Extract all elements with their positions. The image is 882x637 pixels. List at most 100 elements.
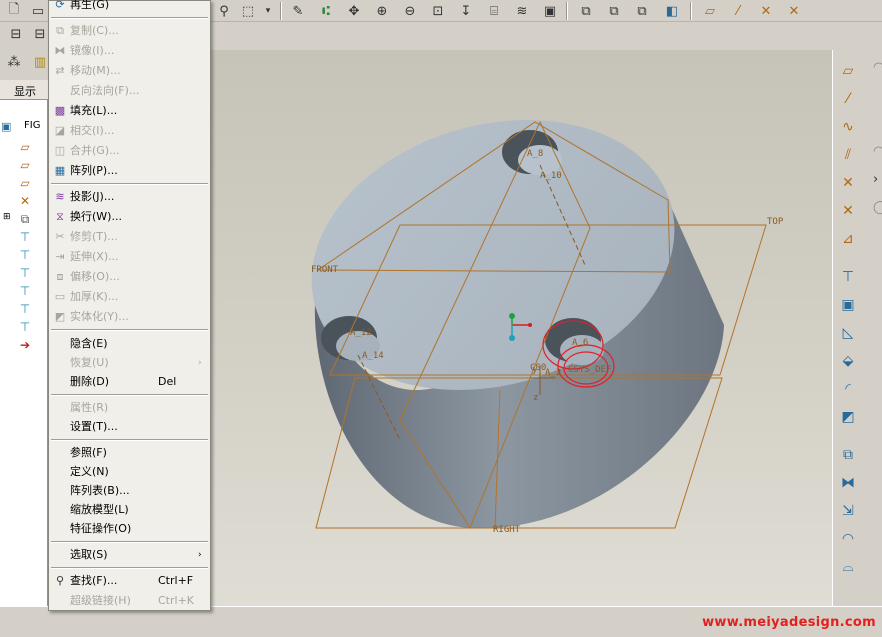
menu-item-pattern[interactable]: ▦ 阵列(P)...	[49, 161, 210, 181]
datum-plane-tool-icon[interactable]: ▱	[837, 60, 859, 82]
tree-item[interactable]: ⊤	[0, 246, 48, 264]
tree-item[interactable]: ▱	[0, 156, 48, 174]
menu-item-project[interactable]: ≋ 投影(J)...	[49, 187, 210, 207]
datum-axis-display-icon[interactable]: ⁄	[728, 1, 748, 21]
sketch-curve-tool-icon[interactable]: ∿	[837, 116, 859, 138]
copy-tool-icon[interactable]: ⧉	[837, 444, 859, 466]
chamfer-tool-icon[interactable]: ◩	[837, 406, 859, 428]
open-folder-icon[interactable]: ▭	[28, 1, 48, 21]
menu-item-references[interactable]: 参照(F)	[49, 443, 210, 463]
menu-item-properties[interactable]: 属性(R)	[49, 398, 210, 418]
secondary-tool-icon[interactable]: ◠	[873, 60, 882, 82]
edit-definition-icon[interactable]: ✎	[288, 1, 308, 21]
menu-item-merge[interactable]: ◫ 合并(G)...	[49, 141, 210, 161]
spin-icon[interactable]: ✥	[344, 1, 364, 21]
datum-curve-tool-icon[interactable]: ⫽	[837, 144, 859, 166]
layers-icon[interactable]: ≋	[512, 1, 532, 21]
submenu-arrow-icon: ›	[198, 550, 202, 560]
chevron-down-icon[interactable]: ▾	[258, 1, 278, 21]
reorient-icon[interactable]: ↧	[456, 1, 476, 21]
move-tool-icon[interactable]: ⇲	[837, 500, 859, 522]
rib-tool-icon[interactable]: ◺	[837, 322, 859, 344]
menu-item-trim[interactable]: ✂ 修剪(T)...	[49, 227, 210, 247]
chevron-right-icon[interactable]: ›	[873, 172, 882, 194]
menu-item-extend[interactable]: ⇥ 延伸(X)...	[49, 247, 210, 267]
tree-item[interactable]: ✕	[0, 192, 48, 210]
menu-item-label: 超级链接(H)	[70, 594, 131, 607]
menu-item-wrap[interactable]: ⧖ 换行(W)...	[49, 207, 210, 227]
graphics-viewport[interactable]: TOP FRONT RIGHT A_8 A_10 A_12 A_14 A_6 A…	[210, 50, 832, 606]
display-tab[interactable]: 显示	[0, 80, 48, 100]
secondary-tool-icon[interactable]: ◠	[873, 144, 882, 166]
window-icon[interactable]: ⊟	[6, 24, 26, 44]
menu-item-find[interactable]: ⚲ 查找(F)... Ctrl+F	[49, 571, 210, 591]
menu-item-flip-normal[interactable]: 反向法向(F)...	[49, 81, 210, 101]
view-manager-icon[interactable]: ▣	[540, 1, 560, 21]
node-icon[interactable]: ⑆	[316, 1, 336, 21]
tree-item[interactable]: ▱	[0, 138, 48, 156]
menu-item-intersect[interactable]: ◪ 相交(I)...	[49, 121, 210, 141]
shell-tool-icon[interactable]: ▣	[837, 294, 859, 316]
tree-item[interactable]: ⊤	[0, 318, 48, 336]
menu-item-suppress[interactable]: 隐含(E)	[49, 334, 210, 354]
draft-tool-icon[interactable]: ⬙	[837, 350, 859, 372]
menu-item-setup[interactable]: 设置(T)...	[49, 417, 210, 437]
csys-tool-icon[interactable]: ✕	[837, 200, 859, 222]
menu-item-hyperlink[interactable]: 超级链接(H) Ctrl+K	[49, 591, 210, 611]
refit-icon[interactable]: ⊡	[428, 1, 448, 21]
tree-item[interactable]: ⊞ ⧉	[0, 210, 48, 228]
csys-display-icon[interactable]: ✕	[784, 1, 804, 21]
window-icon[interactable]: ⊟	[30, 24, 50, 44]
analysis-tool-icon[interactable]: ⊿	[837, 228, 859, 250]
tree-settings-icon[interactable]: ⁂	[4, 52, 24, 72]
menu-item-resume[interactable]: 恢复(U) ›	[49, 353, 210, 373]
wireframe-icon[interactable]: ⧉	[576, 1, 596, 21]
datum-axis-tool-icon[interactable]: ⁄	[837, 88, 859, 110]
new-file-icon[interactable]: 🗋	[4, 1, 24, 21]
tree-item[interactable]: ⊤	[0, 228, 48, 246]
menu-item-pattern-table[interactable]: 阵列表(B)...	[49, 481, 210, 501]
menu-item-fill[interactable]: ▩ 填充(L)...	[49, 101, 210, 121]
datum-plane-display-icon[interactable]: ▱	[700, 1, 720, 21]
menu-item-label: 相交(I)...	[70, 124, 115, 137]
menu-item-feature-ops[interactable]: 特征操作(O)	[49, 519, 210, 539]
folder-icon[interactable]: ▥	[30, 52, 50, 72]
surface-tool-icon[interactable]: ◠	[837, 528, 859, 550]
round-tool-icon[interactable]: ◜	[837, 378, 859, 400]
datum-point-tool-icon[interactable]: ✕	[837, 172, 859, 194]
menu-item-thicken[interactable]: ▭ 加厚(K)...	[49, 287, 210, 307]
hole-tool-icon[interactable]: ⊤	[837, 266, 859, 288]
tree-item[interactable]: ⊤	[0, 282, 48, 300]
menu-item-move[interactable]: ⇄ 移动(M)...	[49, 61, 210, 81]
model-canvas[interactable]: TOP FRONT RIGHT A_8 A_10 A_12 A_14 A_6 A…	[210, 50, 832, 606]
tree-item[interactable]: ⊤	[0, 300, 48, 318]
boundary-tool-icon[interactable]: ⌓	[837, 556, 859, 578]
datum-point-display-icon[interactable]: ✕	[756, 1, 776, 21]
expand-icon[interactable]: ⊞	[3, 212, 11, 222]
menu-item-offset[interactable]: ⧈ 偏移(O)...	[49, 267, 210, 287]
mirror-tool-icon[interactable]: ⧓	[837, 472, 859, 494]
hidden-line-icon[interactable]: ⧉	[604, 1, 624, 21]
tree-item[interactable]: ➔	[0, 336, 48, 354]
zoom-out-icon[interactable]: ⊖	[400, 1, 420, 21]
no-hidden-icon[interactable]: ⧉	[632, 1, 652, 21]
shading-icon[interactable]: ◧	[662, 1, 682, 21]
menu-item-solidify[interactable]: ◩ 实体化(Y)...	[49, 307, 210, 327]
tree-root[interactable]: ▣ FIG	[0, 118, 48, 136]
binoculars-icon[interactable]: ⚲	[214, 1, 234, 21]
select-box-icon[interactable]: ⬚	[238, 1, 258, 21]
tree-item[interactable]: ⊤	[0, 264, 48, 282]
menu-item-delete[interactable]: 删除(D) Del	[49, 372, 210, 392]
menu-item-copy[interactable]: ⧉ 复制(C)...	[49, 21, 210, 41]
zoom-in-icon[interactable]: ⊕	[372, 1, 392, 21]
saved-views-icon[interactable]: ⌸	[484, 1, 504, 21]
menu-item-mirror[interactable]: ⧓ 镜像(I)...	[49, 41, 210, 61]
menu-item-define[interactable]: 定义(N)	[49, 462, 210, 482]
menu-item-scale-model[interactable]: 缩放模型(L)	[49, 500, 210, 520]
menu-separator	[51, 439, 208, 441]
merge-icon: ◫	[54, 144, 66, 157]
menu-item-select[interactable]: 选取(S) ›	[49, 545, 210, 565]
menu-item-regenerate[interactable]: ⟳ 再生(G)	[49, 0, 210, 15]
secondary-tool-icon[interactable]: ◯	[873, 200, 882, 222]
tree-item[interactable]: ▱	[0, 174, 48, 192]
